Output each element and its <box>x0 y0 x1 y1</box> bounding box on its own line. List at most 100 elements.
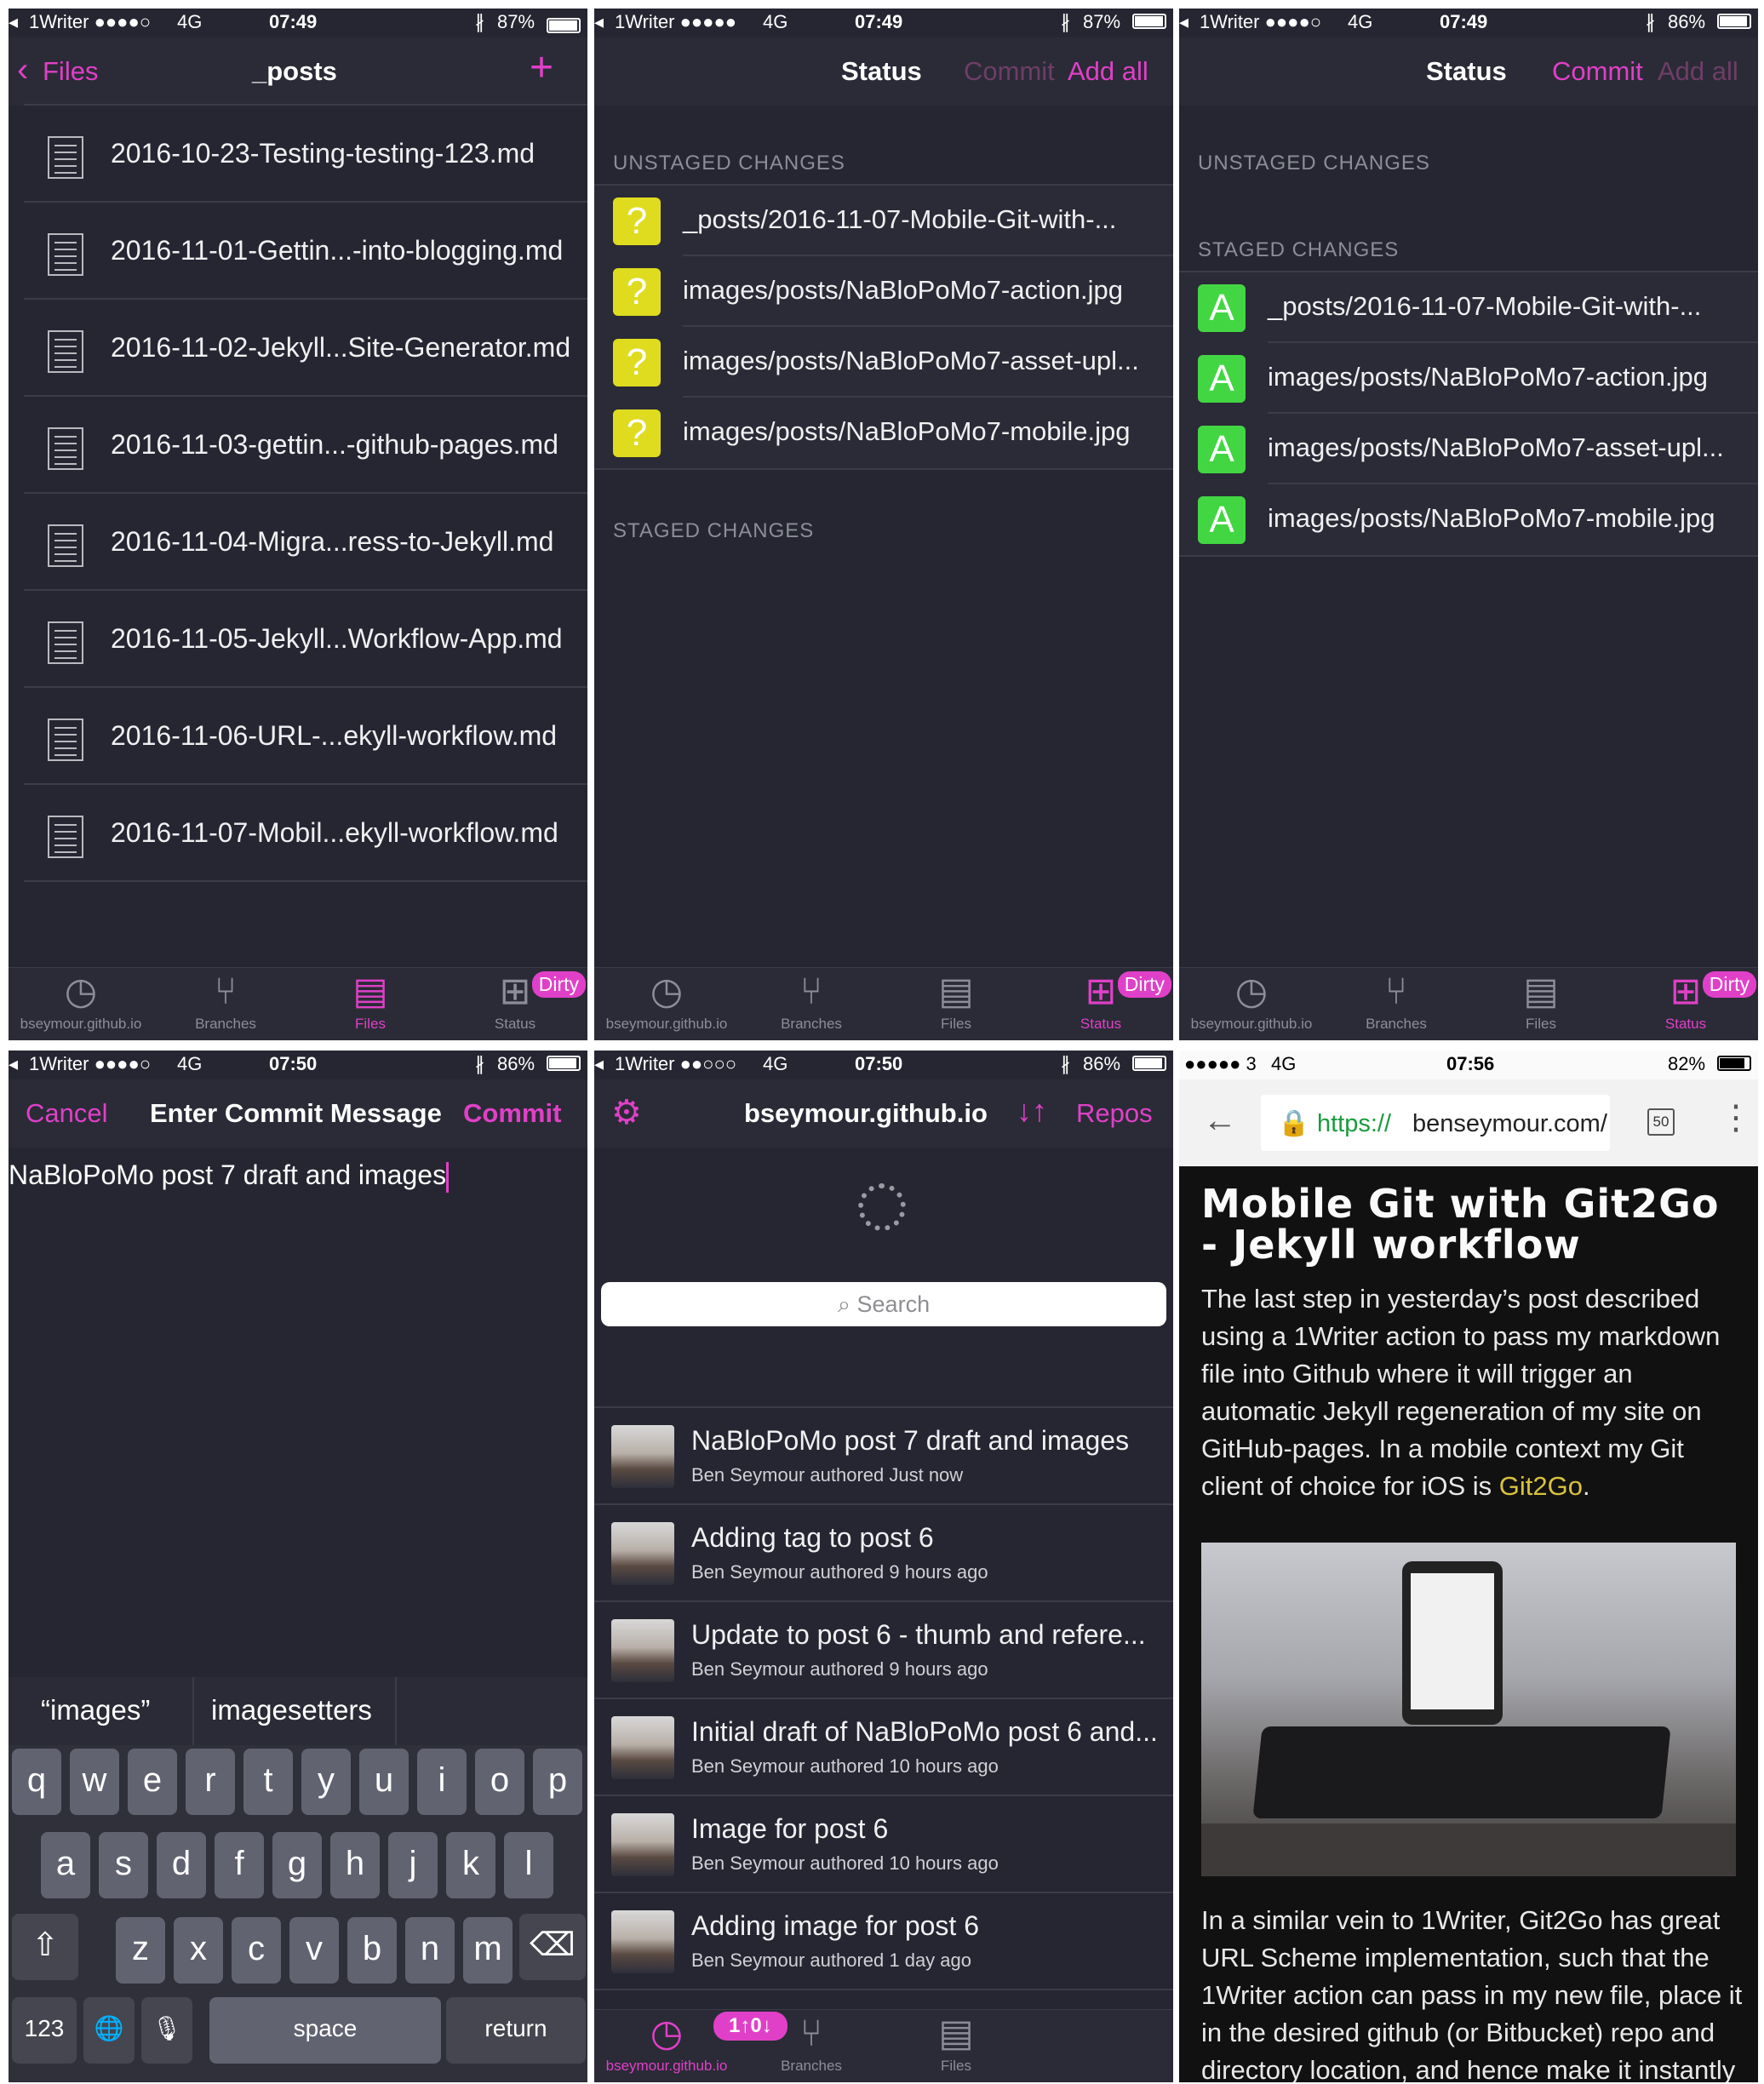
change-row[interactable]: Aimages/posts/NaBloPoMo7-mobile.jpg <box>1179 484 1758 555</box>
key-v[interactable]: v <box>289 1917 339 1984</box>
tab-files[interactable]: ▤ Files <box>298 968 443 1040</box>
key-k[interactable]: k <box>446 1832 495 1898</box>
key-e[interactable]: e <box>128 1749 177 1815</box>
repos-button[interactable]: Repos <box>1076 1098 1153 1129</box>
commit-row[interactable]: Image for post 6 Ben Seymour authored 10 … <box>594 1796 1173 1893</box>
back-to-app-icon[interactable]: ◂ <box>594 1053 604 1075</box>
key-p[interactable]: p <box>533 1749 582 1815</box>
commit-row[interactable]: Update to post 6 - thumb and refere... Be… <box>594 1602 1173 1699</box>
add-all-button[interactable]: Add all <box>1068 56 1148 87</box>
commit-row[interactable]: Adding tag to post 6 Ben Seymour authored… <box>594 1505 1173 1602</box>
back-to-app-icon[interactable]: ◂ <box>1179 11 1188 33</box>
delete-icon[interactable]: ⌫ <box>519 1914 586 1980</box>
branches-icon: ⑂ <box>799 2012 823 2054</box>
tab-history[interactable]: ◷ bseymour.github.io <box>1179 968 1324 1040</box>
commit-row[interactable]: Adding image for post 6 Ben Seymour autho… <box>594 1893 1173 1990</box>
tab-status[interactable]: ⊞ Status Dirty <box>443 968 587 1040</box>
added-icon: A <box>1198 496 1246 544</box>
tab-branches[interactable]: ⑂ Branches <box>739 2010 884 2082</box>
list-item[interactable]: 2016-11-01-Gettin...-into-blogging.md <box>24 203 587 300</box>
key-w[interactable]: w <box>70 1749 119 1815</box>
change-row[interactable]: ? images/posts/NaBloPoMo7-asset-upl... <box>594 327 1173 398</box>
back-to-app-icon[interactable]: ◂ <box>9 1053 18 1075</box>
change-row[interactable]: ? images/posts/NaBloPoMo7-mobile.jpg <box>594 398 1173 468</box>
shift-icon[interactable]: ⇧ <box>12 1914 78 1980</box>
add-all-button[interactable]: Add all <box>1658 56 1738 87</box>
key-t[interactable]: t <box>243 1749 293 1815</box>
list-item[interactable]: 2016-11-03-gettin...-github-pages.md <box>24 397 587 494</box>
globe-icon[interactable]: 🌐 <box>83 1997 135 2064</box>
list-item[interactable]: 2016-11-04-Migra...ress-to-Jekyll.md <box>24 494 587 591</box>
key-q[interactable]: q <box>12 1749 61 1815</box>
tab-count-button[interactable]: 50 <box>1647 1108 1675 1136</box>
sort-icon[interactable]: ↓↑ <box>1017 1093 1047 1129</box>
key-f[interactable]: f <box>215 1832 264 1898</box>
commit-button[interactable]: Commit <box>1552 56 1643 87</box>
key-j[interactable]: j <box>388 1832 438 1898</box>
tab-branches[interactable]: ⑂ Branches <box>153 968 298 1040</box>
clock: 07:49 <box>269 11 318 32</box>
key-o[interactable]: o <box>475 1749 524 1815</box>
change-row[interactable]: ? images/posts/NaBloPoMo7-action.jpg <box>594 256 1173 327</box>
key-c[interactable]: c <box>232 1917 281 1984</box>
battery-percent: 82% <box>1668 1053 1706 1074</box>
tab-status[interactable]: ⊞ Status Dirty <box>1613 968 1758 1040</box>
key-x[interactable]: x <box>174 1917 223 1984</box>
change-row[interactable]: A _posts/2016-11-07-Mobile-Git-with-... <box>1179 272 1758 343</box>
tab-files[interactable]: ▤ Files <box>884 968 1028 1040</box>
list-item[interactable]: 2016-11-07-Mobil...ekyll-workflow.md <box>24 785 587 882</box>
tab-branches[interactable]: ⑂ Branches <box>739 968 884 1040</box>
commit-row[interactable]: NaBloPoMo post 7 draft and images Ben Sey… <box>594 1408 1173 1505</box>
tab-branches[interactable]: ⑂ Branches <box>1324 968 1469 1040</box>
list-item[interactable]: 2016-10-23-Testing-testing-123.md <box>24 106 587 203</box>
key-m[interactable]: m <box>463 1917 513 1984</box>
tab-files[interactable]: ▤ Files <box>884 2010 1028 2082</box>
commit-button[interactable]: Commit <box>964 56 1055 87</box>
key-r[interactable]: r <box>186 1749 235 1815</box>
gear-icon[interactable]: ⚙ <box>611 1093 642 1132</box>
key-space[interactable]: space <box>209 1997 441 2064</box>
key-b[interactable]: b <box>347 1917 397 1984</box>
table-in-photo <box>1201 1824 1736 1876</box>
key-i[interactable]: i <box>417 1749 467 1815</box>
key-h[interactable]: h <box>330 1832 380 1898</box>
list-item[interactable]: 2016-11-06-URL-...ekyll-workflow.md <box>24 688 587 785</box>
commit-row[interactable]: Initial draft of NaBloPoMo post 6 and...… <box>594 1699 1173 1796</box>
microphone-icon[interactable]: 🎙 <box>141 1997 192 2064</box>
tab-files[interactable]: ▤ Files <box>1469 968 1613 1040</box>
commit-author: Ben Seymour authored 1 day ago <box>691 1949 972 1971</box>
commit-button[interactable]: Commit <box>463 1098 561 1129</box>
search-input[interactable]: ⌕ Search <box>601 1282 1166 1326</box>
key-s[interactable]: s <box>99 1832 148 1898</box>
more-menu-icon[interactable]: ⋮ <box>1719 1098 1753 1137</box>
key-n[interactable]: n <box>405 1917 455 1984</box>
key-z[interactable]: z <box>116 1917 165 1984</box>
key-g[interactable]: g <box>272 1832 322 1898</box>
list-item[interactable]: 2016-11-05-Jekyll...Workflow-App.md <box>24 591 587 688</box>
key-u[interactable]: u <box>359 1749 409 1815</box>
git2go-link[interactable]: Git2Go <box>1499 1471 1583 1501</box>
list-item[interactable]: 2016-11-02-Jekyll...Site-Generator.md <box>24 300 587 397</box>
status-screen-unstaged: ◂ 1Writer ●●●●● 4G 07:49 ∦ 87% Status Co… <box>594 9 1173 1040</box>
commit-message-input[interactable]: NaBloPoMo post 7 draft and images <box>9 1159 587 1211</box>
back-arrow-icon[interactable]: ← <box>1203 1102 1237 1140</box>
key-return[interactable]: return <box>446 1997 586 2064</box>
back-to-app-icon[interactable]: ◂ <box>9 11 18 33</box>
cancel-button[interactable]: Cancel <box>26 1098 108 1129</box>
tab-history[interactable]: ◷ bseymour.github.io <box>9 968 153 1040</box>
tab-status[interactable]: ⊞ Status Dirty <box>1028 968 1173 1040</box>
suggestion-1[interactable]: “images” <box>41 1694 150 1726</box>
tab-history[interactable]: ◷ bseymour.github.io <box>594 968 739 1040</box>
back-to-app-icon[interactable]: ◂ <box>594 11 604 33</box>
key-y[interactable]: y <box>301 1749 351 1815</box>
change-row[interactable]: ? _posts/2016-11-07-Mobile-Git-with-... <box>594 186 1173 256</box>
change-row[interactable]: Aimages/posts/NaBloPoMo7-action.jpg <box>1179 343 1758 414</box>
search-icon: ⌕ <box>837 1291 851 1317</box>
key-123[interactable]: 123 <box>12 1997 77 2064</box>
suggestion-2[interactable]: imagesetters <box>211 1694 372 1726</box>
url-bar[interactable]: 🔒 https:// benseymour.com/ <box>1261 1095 1610 1151</box>
key-d[interactable]: d <box>157 1832 206 1898</box>
key-a[interactable]: a <box>41 1832 90 1898</box>
change-row[interactable]: Aimages/posts/NaBloPoMo7-asset-upl... <box>1179 414 1758 484</box>
key-l[interactable]: l <box>504 1832 553 1898</box>
